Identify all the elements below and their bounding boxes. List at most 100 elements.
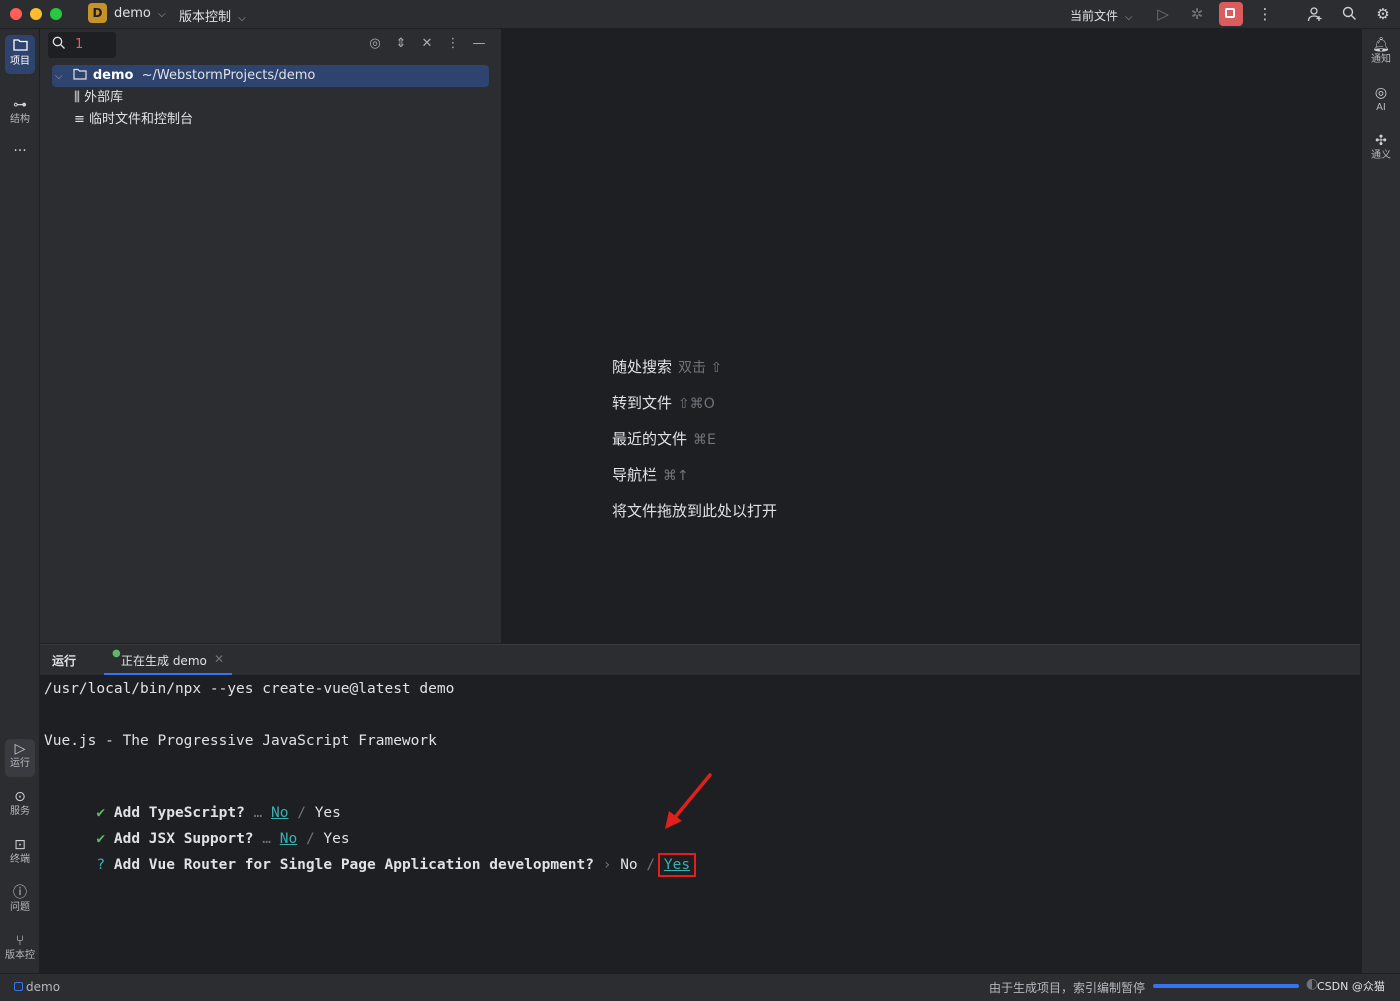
tool-window-problems-label: 问题 xyxy=(10,902,30,913)
project-switcher[interactable]: demo ⌵ xyxy=(114,6,166,21)
hint-navigation-bar: 导航栏 ⌘↑ xyxy=(612,464,689,484)
hint-go-to-file: 转到文件 ⇧⌘O xyxy=(612,392,715,412)
options-icon[interactable]: ⋮ xyxy=(444,35,462,53)
close-tab-icon[interactable]: ✕ xyxy=(214,652,224,666)
console-command: /usr/local/bin/npx --yes create-vue@late… xyxy=(44,681,455,697)
run-tab-label: 正在生成 demo xyxy=(121,654,207,668)
tool-window-services[interactable]: ⊙ 服务 xyxy=(5,789,35,823)
prompt-option-yes[interactable]: Yes xyxy=(664,857,690,873)
run-icon: ▷ xyxy=(14,741,26,757)
console-prompt-router: ? Add Vue Router for Single Page Applica… xyxy=(44,835,697,877)
tool-window-ai-label: AI xyxy=(1376,102,1386,113)
run-tool-window: 运行 ● 正在生成 demo ✕ /usr/local/bin/npx --ye… xyxy=(40,644,1360,974)
code-with-me-icon[interactable] xyxy=(1304,4,1326,24)
tool-window-project[interactable]: 项目 xyxy=(5,35,35,74)
hint-shortcut: ⇧⌘O xyxy=(678,396,715,412)
tree-node-name: demo xyxy=(92,68,134,83)
right-tool-strip: 🔔︎ 通知 ◎ AI ✣ 通义 xyxy=(1361,29,1400,973)
scratches-icon: ≡ xyxy=(74,112,85,127)
ai-assistant-icon: ◎ xyxy=(1374,85,1388,101)
select-opened-file-icon[interactable]: ◎ xyxy=(366,35,384,53)
hint-label: 将文件拖放到此处以打开 xyxy=(612,502,778,520)
hint-shortcut: 双击 ⇧ xyxy=(678,360,723,376)
more-tool-windows-button[interactable]: ··· xyxy=(5,143,35,163)
status-bar: demo 由于生成项目，索引编制暂停 ◐ CSDN @众猫 xyxy=(0,973,1400,1001)
project-search-field[interactable]: 1 xyxy=(48,32,116,58)
tool-window-structure-label: 结构 xyxy=(10,114,30,125)
editor-empty-state: 随处搜索 双击 ⇧ 转到文件 ⇧⌘O 最近的文件 ⌘E 导航栏 ⌘↑ 将文件拖放到此处以… xyxy=(502,29,1360,643)
tongyi-icon: ✣ xyxy=(1375,133,1387,149)
bell-icon: 🔔︎ xyxy=(1372,37,1390,53)
watermark-text: CSDN @众猫 xyxy=(1317,980,1385,993)
chevron-down-icon: ⌵ xyxy=(238,13,246,24)
hint-shortcut: ⌘↑ xyxy=(663,468,689,484)
tool-window-tongyi[interactable]: ✣ 通义 xyxy=(1366,133,1396,167)
debug-icon[interactable]: ✲ xyxy=(1186,4,1208,24)
minimize-window-button[interactable] xyxy=(30,8,42,20)
project-badge: D xyxy=(88,3,107,23)
collapse-all-icon[interactable]: ✕ xyxy=(418,35,436,53)
run-icon[interactable]: ▷ xyxy=(1152,4,1174,24)
prompt-slash: / xyxy=(646,857,656,873)
tree-node-scratches[interactable]: ≡ 临时文件和控制台 xyxy=(74,109,193,131)
tree-node-name: 外部库 xyxy=(84,90,124,105)
project-breadcrumb[interactable]: demo xyxy=(14,980,60,994)
run-tab-generating[interactable]: ● 正在生成 demo ✕ xyxy=(104,645,232,675)
run-config-label: 当前文件 xyxy=(1070,9,1119,23)
tool-window-structure[interactable]: ⊶ 结构 xyxy=(5,97,35,131)
hint-label: 导航栏 xyxy=(612,466,658,484)
tool-window-vcs[interactable]: ⑂ 版本控 xyxy=(5,933,35,967)
tool-window-problems[interactable]: ⓘ 问题 xyxy=(5,885,35,919)
highlight-box: Yes xyxy=(657,853,697,877)
indexing-progress-bar xyxy=(1153,984,1299,988)
tool-window-notifications-label: 通知 xyxy=(1371,54,1391,65)
console-prompt-typescript: ✔ Add TypeScript? … No / Yes xyxy=(44,783,341,821)
structure-icon: ⊶ xyxy=(13,97,27,113)
expand-all-icon[interactable]: ⇕ xyxy=(392,35,410,53)
settings-gear-icon[interactable]: ⚙ xyxy=(1372,4,1394,24)
tree-node-project-root[interactable]: ⌵ demo ~/WebstormProjects/demo xyxy=(52,65,489,87)
close-window-button[interactable] xyxy=(10,8,22,20)
chevron-down-icon: ⌵ xyxy=(158,9,166,20)
running-indicator-icon: ● xyxy=(112,648,121,659)
problems-icon: ⓘ xyxy=(13,885,27,901)
folder-icon xyxy=(73,68,91,83)
tree-node-name: 临时文件和控制台 xyxy=(89,112,194,127)
more-actions-icon[interactable]: ⋮ xyxy=(1254,4,1276,24)
hide-panel-icon[interactable]: — xyxy=(470,35,488,53)
tool-window-terminal[interactable]: ⊡ 终端 xyxy=(5,837,35,871)
branch-icon: ⑂ xyxy=(15,933,25,949)
hint-recent-files: 最近的文件 ⌘E xyxy=(612,428,716,448)
left-tool-strip: 项目 ⊶ 结构 ··· ▷ 运行 ⊙ 服务 ⊡ 终端 ⓘ 问题 ⑂ 版本控 xyxy=(0,29,40,973)
prompt-option-no[interactable]: No xyxy=(620,857,637,873)
library-icon: ⫼ xyxy=(74,90,80,105)
services-icon: ⊙ xyxy=(14,789,26,805)
search-icon xyxy=(52,36,66,54)
console-banner: Vue.js - The Progressive JavaScript Fram… xyxy=(44,733,437,749)
run-config-selector[interactable]: 当前文件 ⌵ xyxy=(1070,7,1132,24)
indexing-status: 由于生成项目，索引编制暂停 xyxy=(989,981,1146,995)
tree-node-external-libraries[interactable]: ⫼ 外部库 xyxy=(74,87,123,109)
console-prompt-jsx: ✔ Add JSX Support? … No / Yes xyxy=(44,809,349,847)
tool-window-run-label: 运行 xyxy=(10,758,30,769)
hint-shortcut: ⌘E xyxy=(693,432,716,448)
project-panel: 1 ◎ ⇕ ✕ ⋮ — ⌵ demo ~/WebstormProjects/de… xyxy=(40,29,502,643)
hint-label: 最近的文件 xyxy=(612,430,688,448)
chevron-down-icon: ⌵ xyxy=(1124,12,1133,23)
hint-search-everywhere: 随处搜索 双击 ⇧ xyxy=(612,356,722,376)
project-breadcrumb-label: demo xyxy=(26,980,61,994)
vcs-menu[interactable]: 版本控制 ⌵ xyxy=(179,6,246,25)
module-icon xyxy=(14,982,23,991)
hint-label: 转到文件 xyxy=(612,394,673,412)
zoom-window-button[interactable] xyxy=(50,8,62,20)
tool-window-run[interactable]: ▷ 运行 xyxy=(5,739,35,777)
folder-icon xyxy=(5,38,35,55)
tool-window-ai[interactable]: ◎ AI xyxy=(1366,85,1396,119)
project-search-value: 1 xyxy=(75,37,84,52)
run-tab-bar: 运行 ● 正在生成 demo ✕ xyxy=(40,645,1360,675)
search-icon[interactable] xyxy=(1338,4,1360,24)
more-icon: ··· xyxy=(13,143,27,159)
chevron-down-icon: ⌵ xyxy=(55,71,63,82)
tool-window-notifications[interactable]: 🔔︎ 通知 xyxy=(1366,37,1396,71)
stop-button[interactable] xyxy=(1219,2,1243,26)
